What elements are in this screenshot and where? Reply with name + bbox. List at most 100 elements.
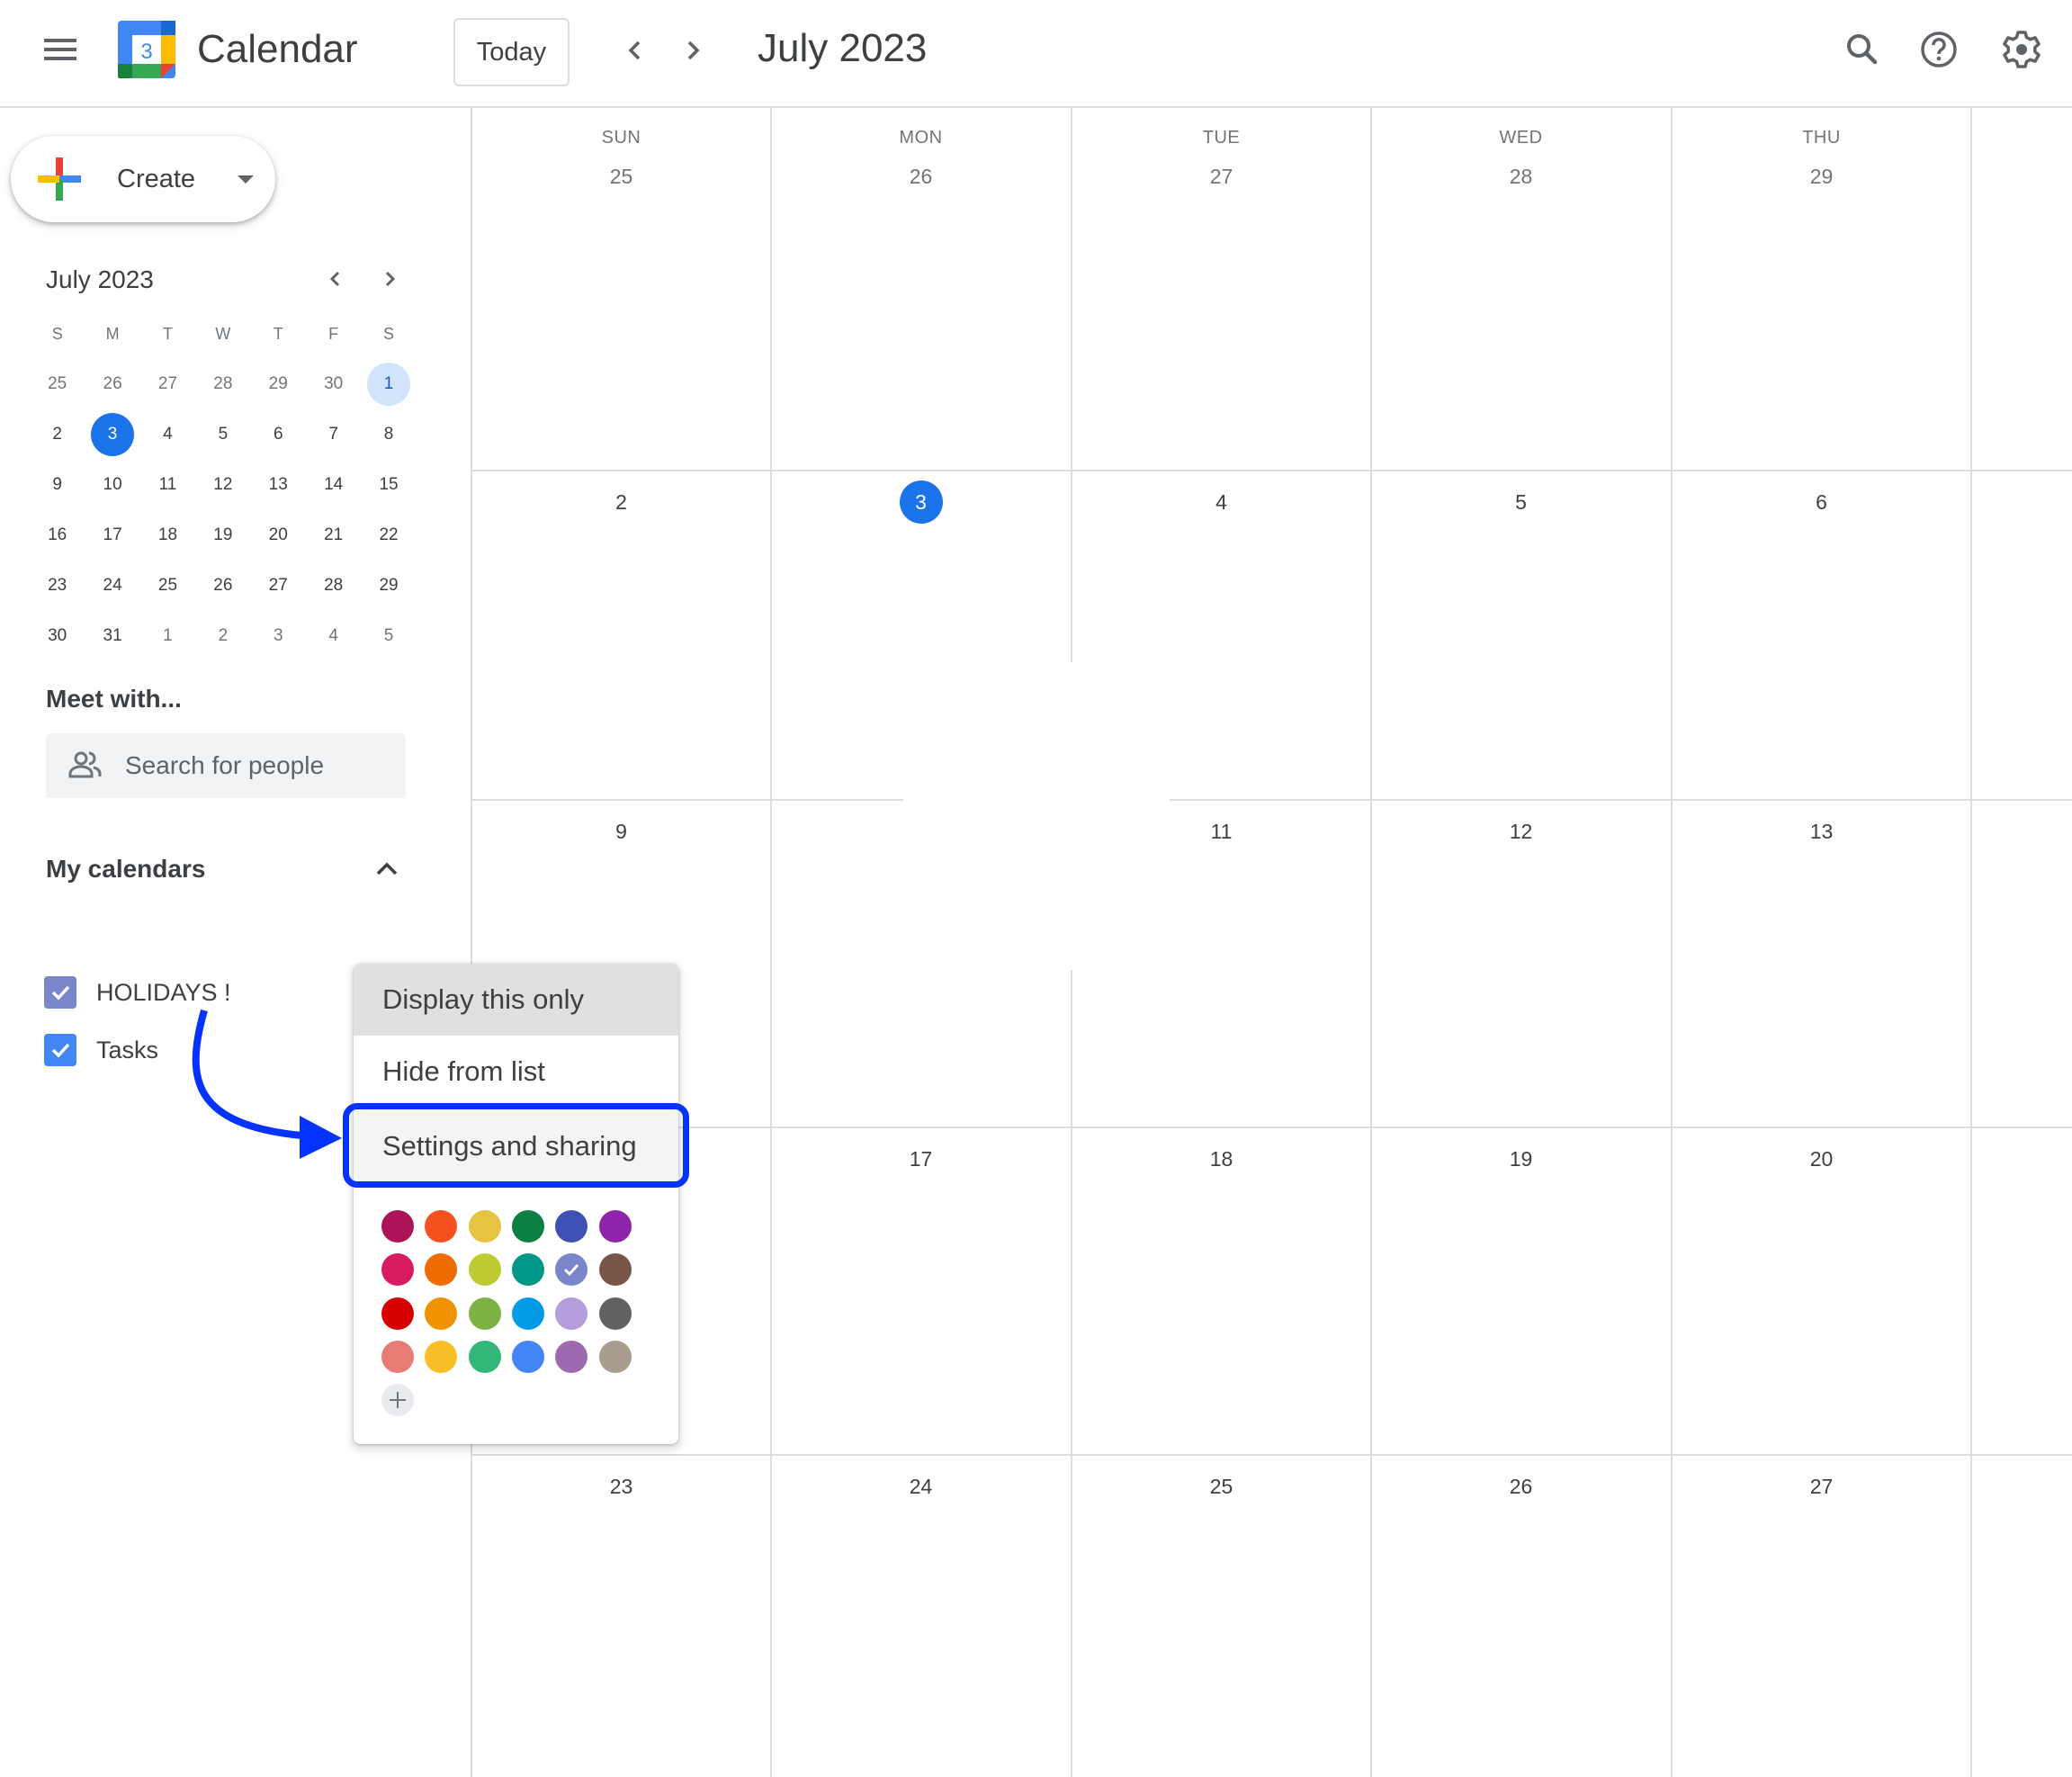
mini-calendar-day-number[interactable]: 12	[202, 463, 245, 507]
mini-calendar-day-number[interactable]: 4	[146, 413, 189, 456]
day-number[interactable]: 2	[600, 480, 643, 524]
day-cell-number[interactable]: 17	[771, 1137, 1071, 1180]
mini-calendar-day[interactable]: 21	[306, 510, 361, 561]
mini-calendar-day[interactable]: 27	[251, 561, 306, 611]
create-button[interactable]: Create	[11, 136, 275, 222]
mini-calendar-day[interactable]: 12	[195, 460, 250, 510]
mini-calendar-day[interactable]: 29	[251, 359, 306, 409]
mini-calendar-day[interactable]: 13	[251, 460, 306, 510]
mini-calendar-day[interactable]: 29	[361, 561, 416, 611]
mini-calendar-day[interactable]: 3	[251, 611, 306, 661]
mini-calendar-day-number[interactable]: 28	[202, 363, 245, 406]
mini-calendar-day[interactable]: 30	[30, 611, 85, 661]
chevron-right-icon[interactable]	[672, 30, 713, 71]
checkbox-checked-icon[interactable]	[44, 1034, 76, 1066]
color-swatch[interactable]	[425, 1297, 458, 1330]
today-button[interactable]: Today	[453, 18, 570, 86]
mini-calendar-day-number[interactable]: 15	[367, 463, 410, 507]
help-icon[interactable]	[1916, 27, 1961, 72]
mini-calendar-day-number[interactable]: 20	[256, 514, 300, 557]
mini-calendar-day[interactable]: 7	[306, 409, 361, 460]
mini-calendar-day-number[interactable]: 27	[256, 564, 300, 607]
day-number[interactable]: 4	[1200, 480, 1243, 524]
mini-calendar-day[interactable]: 17	[85, 510, 139, 561]
mini-calendar-day[interactable]: 2	[30, 409, 85, 460]
color-swatch[interactable]	[598, 1210, 632, 1243]
mini-calendar-day-number[interactable]: 14	[312, 463, 355, 507]
color-swatch[interactable]	[598, 1253, 632, 1287]
mini-calendar-day[interactable]: 28	[195, 359, 250, 409]
mini-calendar-day-number[interactable]: 23	[36, 564, 79, 607]
mini-calendar-day[interactable]: 1	[361, 359, 416, 409]
day-number[interactable]: 11	[1200, 810, 1243, 853]
mini-calendar-day-number[interactable]: 11	[146, 463, 189, 507]
mini-calendar-day-number[interactable]: 10	[91, 463, 134, 507]
day-cell-number[interactable]: 26	[771, 155, 1071, 198]
color-swatch[interactable]	[381, 1340, 414, 1373]
mini-calendar-day-number[interactable]: 26	[91, 363, 134, 406]
day-number[interactable]: 24	[900, 1465, 943, 1508]
day-cell-number[interactable]: 26	[1371, 1465, 1671, 1508]
day-cell-number[interactable]: 3	[771, 480, 1071, 524]
mini-calendar-day-number[interactable]: 13	[256, 463, 300, 507]
color-swatch[interactable]	[555, 1253, 588, 1287]
day-number[interactable]: 17	[900, 1137, 943, 1180]
mini-calendar-day[interactable]: 25	[30, 359, 85, 409]
mini-calendar-day[interactable]: 2	[195, 611, 250, 661]
color-swatch[interactable]	[381, 1210, 414, 1243]
day-cell-number[interactable]: 9	[471, 810, 771, 853]
day-cell-number[interactable]: 25	[471, 155, 771, 198]
mini-calendar-day[interactable]: 1	[140, 611, 195, 661]
day-number[interactable]: 13	[1800, 810, 1843, 853]
mini-calendar-day-number[interactable]: 29	[256, 363, 300, 406]
mini-calendar-day-number[interactable]: 30	[312, 363, 355, 406]
menu-item-display-this-only[interactable]: Display this only	[354, 964, 678, 1036]
search-icon[interactable]	[1840, 27, 1885, 72]
mini-calendar-day[interactable]: 11	[140, 460, 195, 510]
mini-calendar-day-number[interactable]: 27	[146, 363, 189, 406]
mini-calendar-day[interactable]: 30	[306, 359, 361, 409]
color-swatch[interactable]	[381, 1253, 414, 1287]
mini-calendar-day[interactable]: 15	[361, 460, 416, 510]
day-cell-number[interactable]: 28	[1371, 155, 1671, 198]
mini-calendar-day[interactable]: 8	[361, 409, 416, 460]
day-number[interactable]: 3	[899, 480, 943, 524]
day-number[interactable]: 25	[600, 155, 643, 198]
mini-calendar-next-icon[interactable]	[373, 263, 406, 295]
mini-calendar-day[interactable]: 26	[195, 561, 250, 611]
mini-calendar-day-number[interactable]: 26	[202, 564, 245, 607]
mini-calendar-prev-icon[interactable]	[319, 263, 352, 295]
color-swatch[interactable]	[425, 1340, 458, 1373]
day-cell-number[interactable]: 23	[471, 1465, 771, 1508]
mini-calendar-day-number[interactable]: 8	[367, 413, 410, 456]
mini-calendar-day[interactable]: 23	[30, 561, 85, 611]
color-swatch[interactable]	[468, 1340, 501, 1373]
mini-calendar-day-number[interactable]: 30	[36, 615, 79, 658]
mini-calendar-day[interactable]: 14	[306, 460, 361, 510]
day-number[interactable]: 9	[600, 810, 643, 853]
mini-calendar-day[interactable]: 20	[251, 510, 306, 561]
day-number[interactable]: 27	[1800, 1465, 1843, 1508]
mini-calendar-day[interactable]: 3	[85, 409, 139, 460]
mini-calendar-day-number[interactable]: 1	[367, 363, 411, 406]
day-number[interactable]: 18	[1200, 1137, 1243, 1180]
color-swatch[interactable]	[555, 1340, 588, 1373]
calendar-item-tasks[interactable]: Tasks	[44, 1032, 158, 1068]
mini-calendar-day[interactable]: 22	[361, 510, 416, 561]
day-number[interactable]: 12	[1500, 810, 1543, 853]
mini-calendar-day-number[interactable]: 21	[312, 514, 355, 557]
color-swatch[interactable]	[511, 1297, 544, 1330]
color-swatch[interactable]	[598, 1297, 632, 1330]
mini-calendar-day-number[interactable]: 28	[312, 564, 355, 607]
checkbox-checked-icon[interactable]	[44, 976, 76, 1009]
color-swatch[interactable]	[511, 1253, 544, 1287]
color-swatch[interactable]	[555, 1297, 588, 1330]
day-number[interactable]: 26	[1500, 1465, 1543, 1508]
mini-calendar-day-number[interactable]: 25	[146, 564, 189, 607]
mini-calendar-day-number[interactable]: 22	[367, 514, 410, 557]
hamburger-menu-icon[interactable]	[40, 29, 81, 70]
day-number[interactable]: 6	[1800, 480, 1843, 524]
color-swatch[interactable]	[511, 1210, 544, 1243]
day-cell-number[interactable]: 27	[1072, 155, 1371, 198]
day-cell-number[interactable]: 6	[1672, 480, 1971, 524]
